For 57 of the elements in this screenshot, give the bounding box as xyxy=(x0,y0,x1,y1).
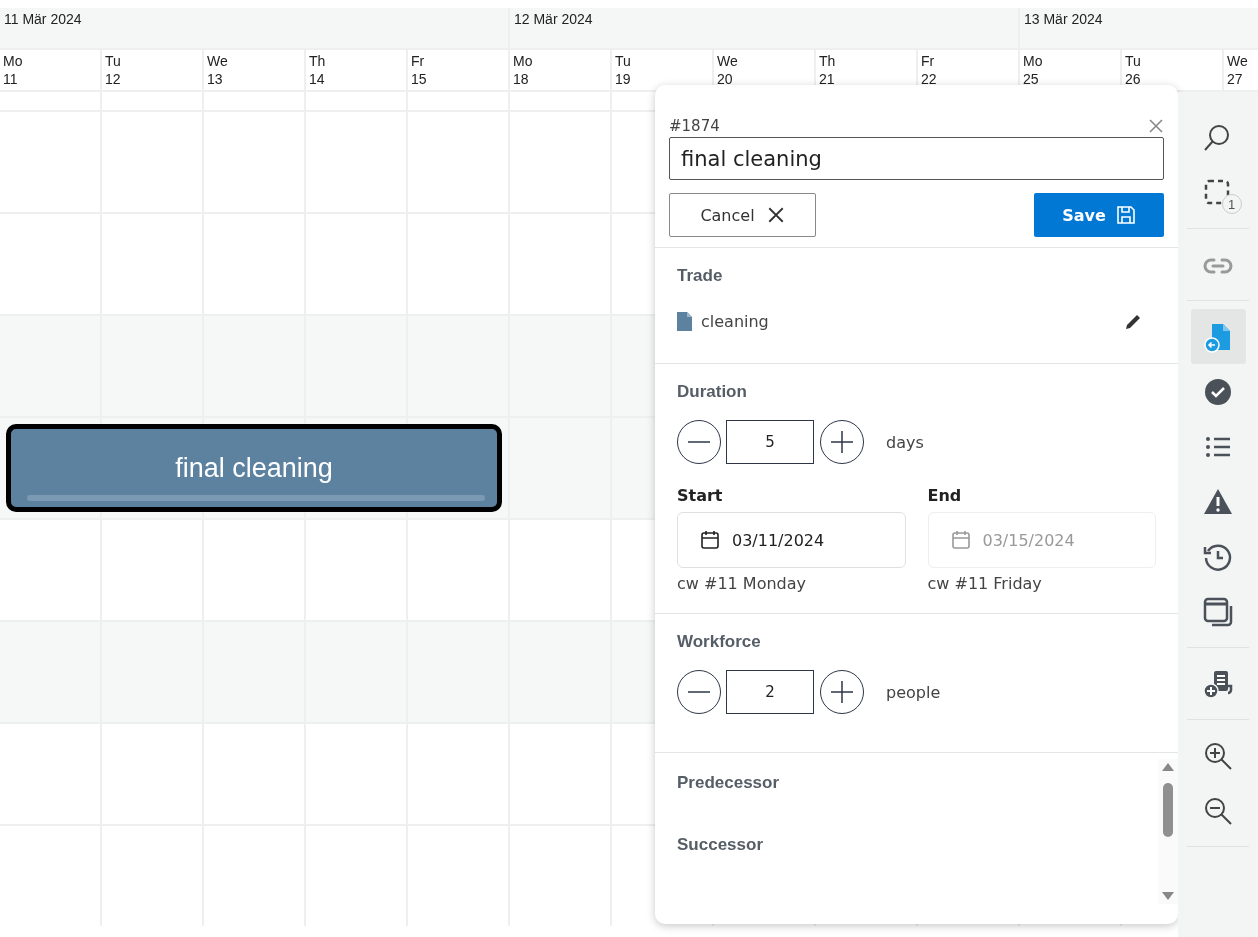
plus-icon xyxy=(831,431,853,453)
day-header: Mo 11 xyxy=(0,50,100,90)
calendar-week-text: cw #11 Monday xyxy=(677,574,807,593)
document-arrow-icon xyxy=(1203,321,1233,352)
zoom-out-icon xyxy=(1203,795,1233,826)
zoom-in-icon xyxy=(1203,740,1233,771)
save-button[interactable]: Save xyxy=(1034,193,1164,237)
date-label: Start xyxy=(677,486,724,505)
history-icon xyxy=(1203,541,1233,572)
close-icon xyxy=(766,206,785,224)
minus-icon xyxy=(688,691,710,693)
unit-label: days xyxy=(886,432,924,452)
increment-button[interactable] xyxy=(820,670,864,714)
calendar-icon xyxy=(700,530,720,550)
minus-icon xyxy=(688,441,710,443)
cancel-button[interactable]: Cancel xyxy=(669,193,816,237)
toolbar-button[interactable]: 1 xyxy=(1190,165,1246,220)
day-header: We 27 xyxy=(1224,50,1258,90)
trade-name: cleaning xyxy=(701,312,769,331)
week-header: 12 Mär 2024 xyxy=(510,8,1018,48)
document-plus-icon xyxy=(1203,668,1233,699)
scrollbar[interactable] xyxy=(1158,759,1178,904)
day-header: Mo 18 xyxy=(510,50,610,90)
section-heading: Duration xyxy=(677,382,748,402)
plus-icon xyxy=(831,681,853,703)
section-heading: Workforce xyxy=(677,632,762,652)
day-header: Tu 19 xyxy=(612,50,712,90)
section-heading: Successor xyxy=(677,835,764,855)
date-label: End xyxy=(927,486,963,505)
section-heading: Trade xyxy=(677,266,724,286)
day-header: We 13 xyxy=(204,50,304,90)
day-header: Fr 15 xyxy=(408,50,508,90)
calendar-week-text: cw #11 Friday xyxy=(927,574,1043,593)
task-number: #1874 xyxy=(669,117,720,135)
week-header: 11 Mär 2024 xyxy=(0,8,508,48)
task-bar[interactable]: final cleaning xyxy=(6,424,502,512)
increment-button[interactable] xyxy=(820,420,864,464)
decrement-button[interactable] xyxy=(677,670,721,714)
close-icon[interactable] xyxy=(1148,118,1164,134)
day-header: Tu 26 xyxy=(1122,50,1222,90)
unit-label: people xyxy=(886,682,941,702)
check-circle-icon xyxy=(1203,376,1233,407)
number-field[interactable]: 5 xyxy=(726,420,814,464)
task-label: final cleaning xyxy=(175,452,333,484)
pencil-icon[interactable] xyxy=(1124,312,1142,331)
date-field[interactable]: 03/11/2024 xyxy=(677,512,906,568)
document-icon xyxy=(677,312,692,331)
day-header: Th 14 xyxy=(306,50,406,90)
number-field[interactable]: 2 xyxy=(726,670,814,714)
day-header: Tu 12 xyxy=(102,50,202,90)
count-badge: 1 xyxy=(1221,194,1242,214)
stacked-windows-icon xyxy=(1203,596,1233,627)
calendar-icon xyxy=(950,530,971,550)
title-input[interactable]: final cleaning xyxy=(669,137,1164,180)
decrement-button[interactable] xyxy=(677,420,721,464)
week-header: 13 Mär 2024 xyxy=(1020,8,1258,48)
section-heading: Predecessor xyxy=(677,773,781,793)
